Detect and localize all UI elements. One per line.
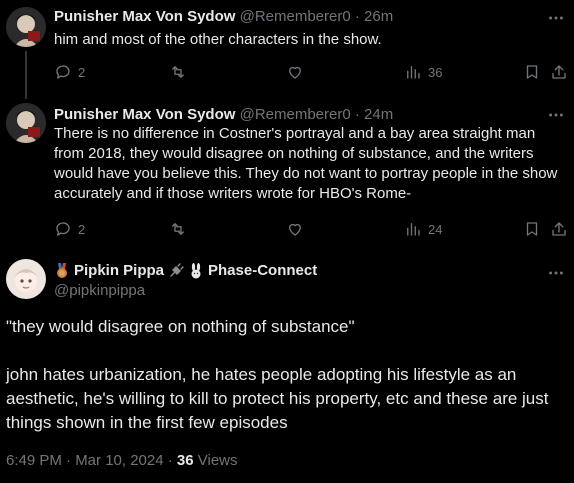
bookmark-button[interactable] [523, 62, 541, 82]
like-button[interactable] [286, 219, 304, 239]
repost-button[interactable] [169, 219, 187, 239]
reply-button[interactable]: 2 [54, 219, 85, 239]
reply-button[interactable]: 2 [54, 62, 85, 82]
avatar[interactable] [6, 259, 46, 299]
views-count: 24 [428, 221, 443, 237]
views-label: Views [193, 452, 238, 469]
tweet-timestamp[interactable]: 6:49 PM · Mar 10, 2024 · [6, 452, 177, 469]
analytics-icon [407, 223, 420, 236]
views-button[interactable]: 36 [404, 62, 442, 82]
medal-icon [57, 263, 67, 278]
author-name[interactable]: Punisher Max Von Sydow [54, 8, 235, 25]
reply-count: 2 [78, 64, 86, 80]
more-options-button[interactable] [546, 105, 566, 125]
thread-line [25, 51, 27, 99]
more-options-button[interactable] [546, 263, 566, 283]
more-options-button[interactable] [546, 8, 566, 28]
main-tweet: Pipkin Pippa Phase-Connect @pipkinpippa … [0, 255, 574, 483]
reply-icon [56, 65, 70, 79]
avatar[interactable] [6, 103, 46, 143]
tweet-text: him and most of the other characters in … [54, 31, 382, 48]
author-name[interactable]: Punisher Max Von Sydow [54, 106, 235, 123]
more-icon [549, 271, 563, 275]
author-affiliation: Phase-Connect [208, 262, 318, 279]
reply-tweet-2[interactable]: Punisher Max Von Sydow @Rememberer0 · 24… [0, 99, 574, 249]
more-icon [549, 113, 563, 117]
tweet-text-body: john hates urbanization, he hates people… [6, 365, 549, 432]
heart-icon [289, 66, 301, 79]
views-count: 36 [428, 64, 443, 80]
tweet-text: There is no difference in Costner's port… [54, 125, 558, 202]
avatar-image [6, 7, 46, 47]
avatar-image [6, 259, 46, 299]
author-name-row[interactable]: Pipkin Pippa Phase-Connect [54, 261, 317, 281]
reply-count: 2 [78, 221, 86, 237]
share-button[interactable] [550, 219, 568, 239]
bookmark-button[interactable] [523, 219, 541, 239]
author-handle[interactable]: @pipkinpippa [54, 281, 317, 301]
tweet-actions: 2 24 [54, 219, 569, 239]
reply-tweet-1[interactable]: Punisher Max Von Sydow @Rememberer0 · 26… [0, 0, 574, 99]
avatar-image [6, 103, 46, 143]
tweet-header: Punisher Max Von Sydow @Rememberer0 · 26… [54, 7, 393, 27]
tweet-header: Pipkin Pippa Phase-Connect @pipkinpippa [54, 261, 317, 301]
share-icon [552, 65, 566, 79]
bookmark-icon [526, 65, 538, 79]
views-button[interactable]: 24 [404, 219, 442, 239]
tweet-header: Punisher Max Von Sydow @Rememberer0 · 24… [54, 105, 393, 125]
more-icon [549, 16, 563, 20]
views-count: 36 [176, 452, 194, 469]
tweet-actions: 2 36 [54, 62, 569, 82]
repost-icon [172, 223, 184, 235]
repost-button[interactable] [169, 62, 187, 82]
analytics-icon [407, 66, 420, 79]
separator-dot: · [354, 106, 360, 123]
repost-icon [172, 66, 184, 78]
heart-icon [289, 223, 301, 236]
author-name: Pipkin Pippa [74, 262, 165, 279]
rabbit-icon [191, 263, 201, 279]
like-button[interactable] [286, 62, 304, 82]
share-icon [552, 222, 566, 236]
reply-icon [56, 222, 70, 236]
bookmark-icon [526, 222, 538, 236]
author-handle[interactable]: @Rememberer0 [240, 8, 351, 25]
tweet-meta: 6:49 PM · Mar 10, 2024 · 36 Views [6, 451, 238, 471]
tweet-time[interactable]: 24m [364, 106, 393, 123]
author-handle[interactable]: @Rememberer0 [240, 106, 351, 123]
share-button[interactable] [550, 62, 568, 82]
separator-dot: · [354, 8, 360, 25]
tweet-text-quote: "they would disagree on nothing of subst… [6, 317, 355, 336]
avatar[interactable] [6, 7, 46, 47]
tweet-time[interactable]: 26m [364, 8, 393, 25]
plug-icon [170, 263, 184, 277]
